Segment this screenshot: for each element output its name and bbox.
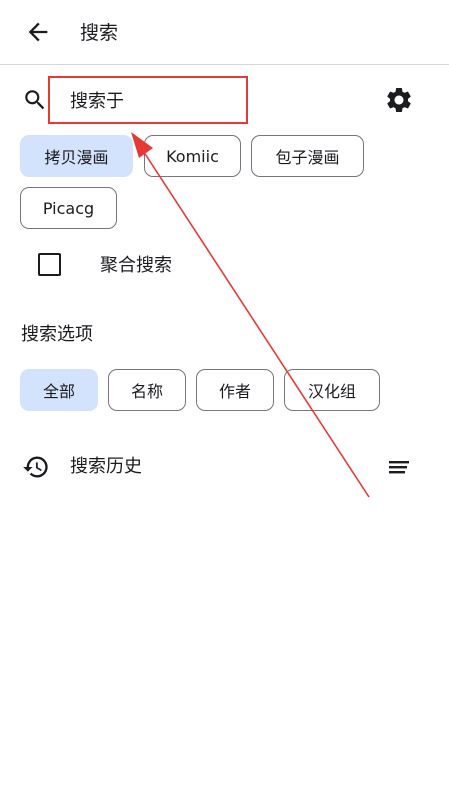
source-chip-baozi[interactable]: 包子漫画 [251, 135, 364, 177]
chip-label: 全部 [42, 382, 75, 401]
search-history-label: 搜索历史 [70, 456, 142, 477]
aggregate-search-label: 聚合搜索 [100, 255, 172, 276]
chip-label: 作者 [218, 382, 251, 401]
option-chip-author[interactable]: 作者 [196, 369, 274, 411]
clear-all-icon[interactable] [386, 455, 412, 479]
search-screen: 搜索 拷贝漫画 Komiic 包子漫画 Picacg 聚合搜索 搜索选项 全部 … [0, 0, 449, 798]
option-chip-all[interactable]: 全部 [20, 369, 98, 411]
option-chip-translator[interactable]: 汉化组 [284, 369, 380, 411]
history-icon [23, 456, 48, 478]
option-chip-name[interactable]: 名称 [108, 369, 186, 411]
app-bar: 搜索 [0, 0, 449, 64]
aggregate-search-checkbox[interactable] [38, 253, 61, 276]
chip-label: Picacg [42, 198, 95, 218]
chip-label: 汉化组 [307, 382, 356, 401]
chip-label: 包子漫画 [275, 148, 340, 167]
source-chip-picacg[interactable]: Picacg [20, 187, 117, 229]
chip-label: 拷贝漫画 [44, 148, 109, 167]
chip-label: Komiic [166, 146, 219, 166]
source-chip-copymanga[interactable]: 拷贝漫画 [20, 135, 133, 177]
search-input[interactable] [48, 76, 248, 124]
divider [0, 64, 449, 65]
page-title: 搜索 [80, 22, 119, 44]
gear-icon[interactable] [384, 85, 414, 115]
search-icon [25, 90, 45, 110]
search-options-title: 搜索选项 [21, 324, 93, 345]
chip-label: 名称 [130, 382, 163, 401]
arrow-back-icon[interactable] [24, 18, 52, 46]
source-chip-komiic[interactable]: Komiic [144, 135, 241, 177]
